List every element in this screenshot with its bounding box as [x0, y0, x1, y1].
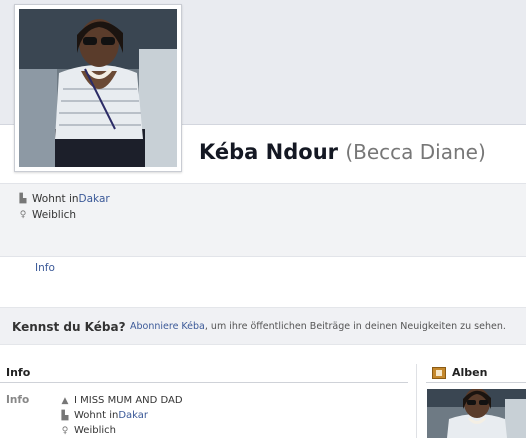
column-separator [416, 364, 417, 438]
follow-prompt: Kennst du Kéba? Abonniere Kéba, um ihre … [0, 307, 526, 345]
facts-divider [0, 256, 526, 257]
albums-divider [426, 382, 526, 383]
lives-in-prefix: Wohnt in [74, 410, 119, 421]
lives-in-fact: ▙ Wohnt in Dakar [18, 191, 110, 207]
album-icon [432, 366, 446, 379]
profile-photo [19, 9, 177, 167]
home-icon: ▙ [19, 194, 27, 204]
gender-text: Weiblich [74, 425, 116, 436]
info-label: Info [6, 394, 30, 406]
info-divider [0, 382, 408, 383]
female-icon: ♀ [19, 210, 27, 220]
gender-fact: ♀ Weiblich [60, 423, 183, 438]
alternate-name: (Becca Diane) [345, 140, 486, 164]
city-link[interactable]: Dakar [118, 410, 148, 421]
profile-facts: ▙ Wohnt in Dakar ♀ Weiblich [18, 191, 110, 223]
about-fact: ▲ I MISS MUM AND DAD [60, 393, 183, 408]
prompt-rest: , um ihre öffentlichen Beiträge in deine… [204, 321, 506, 332]
prompt-text: Abonniere Kéba, um ihre öffentlichen Bei… [130, 321, 506, 332]
city-link[interactable]: Dakar [79, 193, 110, 205]
follow-link[interactable]: Abonniere Kéba [130, 321, 205, 332]
info-section-heading: Info [6, 366, 31, 379]
female-icon: ♀ [61, 425, 69, 436]
profile-name-text: Kéba Ndour [199, 140, 339, 164]
albums-heading[interactable]: Alben [432, 366, 487, 379]
profile-picture[interactable] [14, 4, 182, 172]
info-list: ▲ I MISS MUM AND DAD ▙ Wohnt in Dakar ♀ … [60, 393, 183, 438]
home-icon: ▙ [61, 410, 69, 421]
album-photo [427, 389, 526, 438]
gender-text: Weiblich [32, 209, 77, 221]
prompt-title: Kennst du Kéba? [12, 320, 126, 334]
lives-in-fact: ▙ Wohnt in Dakar [60, 408, 183, 423]
person-icon: ▲ [61, 395, 69, 406]
tab-info[interactable]: Info [35, 262, 55, 274]
lives-in-prefix: Wohnt in [32, 193, 79, 205]
profile-name: Kéba Ndour (Becca Diane) [199, 140, 486, 164]
about-text: I MISS MUM AND DAD [74, 395, 183, 406]
gender-fact: ♀ Weiblich [18, 207, 110, 223]
albums-heading-text: Alben [452, 366, 488, 379]
album-thumbnail[interactable] [427, 389, 526, 438]
